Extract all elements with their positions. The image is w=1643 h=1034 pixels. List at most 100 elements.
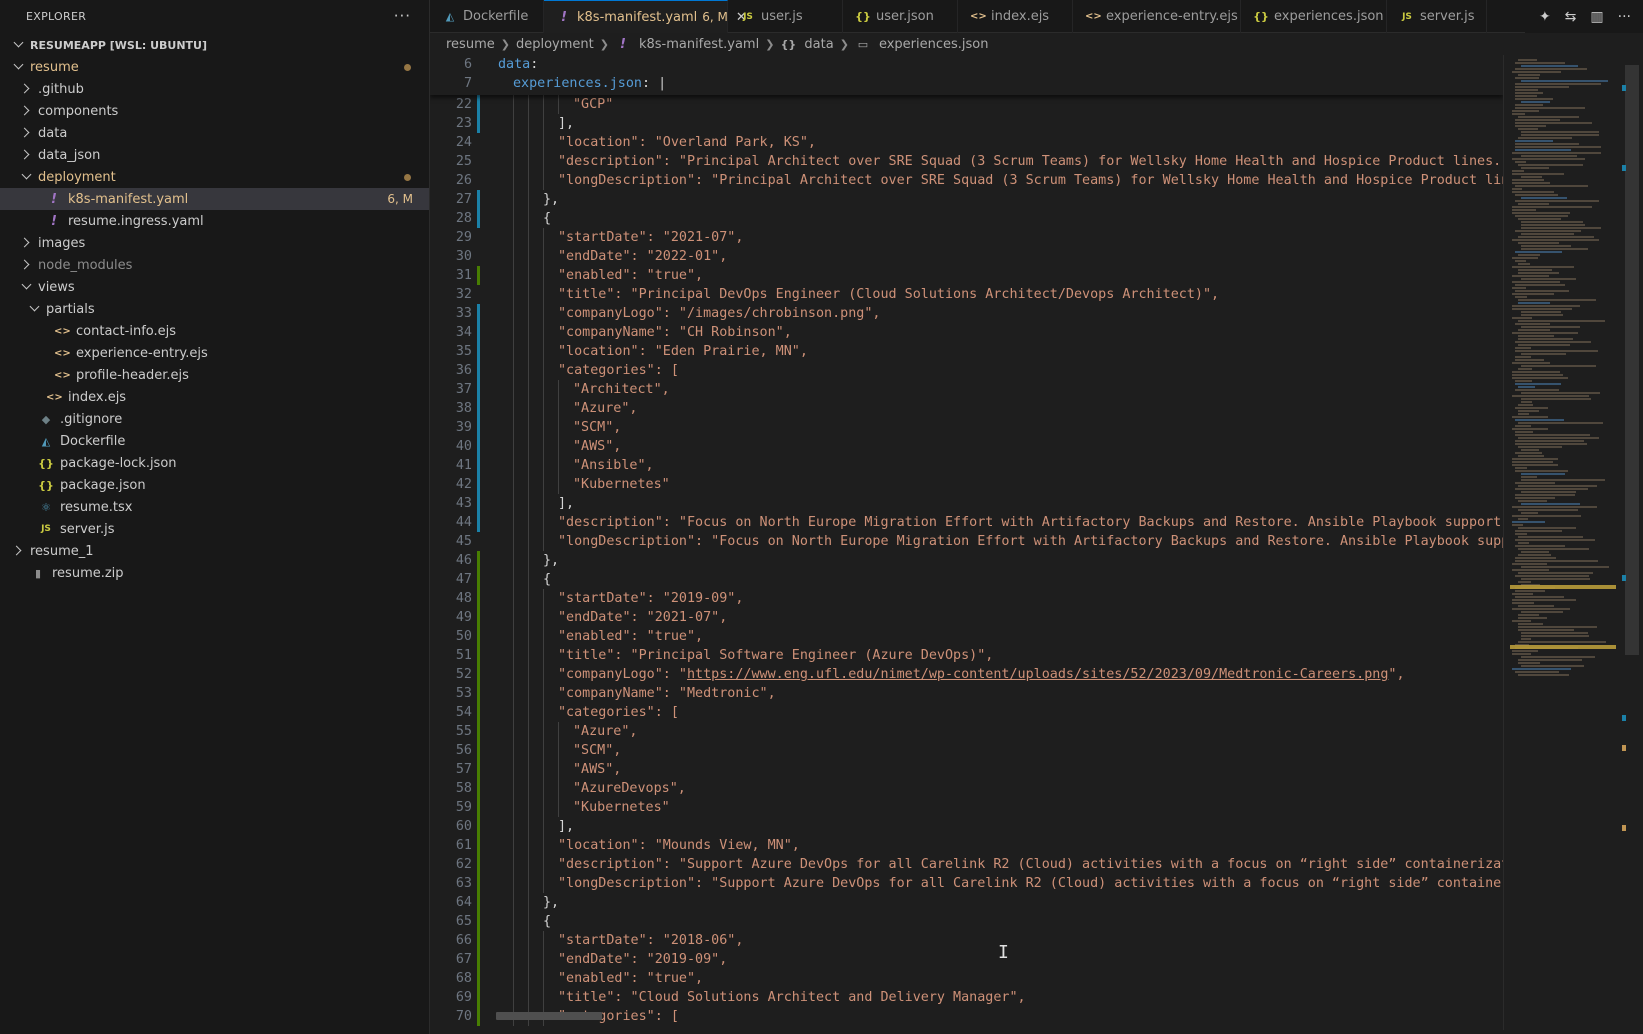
code-line[interactable]: 47 {: [430, 570, 1503, 589]
code-text[interactable]: "startDate": "2021-07",: [558, 228, 743, 247]
file-item[interactable]: <> index.ejs: [0, 386, 429, 408]
code-text[interactable]: experiences.json: |: [513, 74, 666, 93]
file-item[interactable]: ! resume.ingress.yaml: [0, 210, 429, 232]
code-text[interactable]: "startDate": "2018-06",: [558, 931, 743, 950]
breadcrumb-item[interactable]: experiences.json: [879, 37, 989, 52]
file-item[interactable]: ! k8s-manifest.yaml 6, M: [0, 188, 429, 210]
folder-item[interactable]: resume: [0, 56, 429, 78]
code-lines[interactable]: 22 "GCP" 23], 24 "location": "Overland Park,…: [430, 95, 1503, 1026]
code-text[interactable]: ],: [558, 494, 574, 513]
file-item[interactable]: {} package.json: [0, 474, 429, 496]
code-text[interactable]: "location": "Eden Prairie, MN",: [558, 342, 808, 361]
code-text[interactable]: ],: [558, 817, 574, 836]
code-text[interactable]: "Azure",: [573, 722, 638, 741]
code-line[interactable]: 52 "companyLogo": "https://www.eng.ufl.ed…: [430, 665, 1503, 684]
code-line[interactable]: 46},: [430, 551, 1503, 570]
code-text[interactable]: data:: [498, 55, 538, 74]
code-line[interactable]: 37 "Architect",: [430, 380, 1503, 399]
folder-item[interactable]: data: [0, 122, 429, 144]
tab-server-js[interactable]: JS server.js: [1387, 0, 1487, 33]
file-item[interactable]: ◭ Dockerfile: [0, 430, 429, 452]
tab-k8s-manifest-yaml[interactable]: ! k8s-manifest.yaml 6, M ✕: [544, 0, 747, 33]
code-text[interactable]: "categories": [: [558, 361, 679, 380]
code-text[interactable]: "longDescription": "Principal Architect …: [558, 171, 1503, 190]
code-line[interactable]: 29 "startDate": "2021-07",: [430, 228, 1503, 247]
code-line[interactable]: 68 "enabled": "true",: [430, 969, 1503, 988]
code-line[interactable]: 40 "AWS",: [430, 437, 1503, 456]
code-text[interactable]: "location": "Overland Park, KS",: [558, 133, 816, 152]
code-text[interactable]: "categories": [: [558, 703, 679, 722]
code-line[interactable]: 51 "title": "Principal Software Engineer …: [430, 646, 1503, 665]
change-indicator[interactable]: [477, 95, 480, 133]
code-text[interactable]: {: [543, 912, 551, 931]
breadcrumb-item[interactable]: k8s-manifest.yaml: [639, 37, 759, 52]
minimap[interactable]: [1503, 55, 1621, 1030]
code-text[interactable]: "startDate": "2019-09",: [558, 589, 743, 608]
folder-item[interactable]: deployment: [0, 166, 429, 188]
file-item[interactable]: <> profile-header.ejs: [0, 364, 429, 386]
code-line[interactable]: 63 "longDescription": "Support Azure DevO…: [430, 874, 1503, 893]
code-line[interactable]: 48 "startDate": "2019-09",: [430, 589, 1503, 608]
code-line[interactable]: 54 "categories": [: [430, 703, 1503, 722]
code-line[interactable]: 36 "categories": [: [430, 361, 1503, 380]
code-line[interactable]: 45 "longDescription": "Focus on North Eur…: [430, 532, 1503, 551]
tab-experiences-json[interactable]: {} experiences.json: [1241, 0, 1387, 33]
folder-item[interactable]: components: [0, 100, 429, 122]
code-line[interactable]: 32 "title": "Principal DevOps Engineer (C…: [430, 285, 1503, 304]
breadcrumb-item[interactable]: data: [804, 37, 833, 52]
code-text[interactable]: "Architect",: [573, 380, 670, 399]
code-text[interactable]: "location": "Mounds View, MN",: [558, 836, 800, 855]
code-line[interactable]: 49 "endDate": "2021-07",: [430, 608, 1503, 627]
file-item[interactable]: <> experience-entry.ejs: [0, 342, 429, 364]
more-actions-icon[interactable]: ···: [1618, 9, 1631, 25]
code-text[interactable]: {: [543, 209, 551, 228]
code-text[interactable]: "companyName": "CH Robinson",: [558, 323, 792, 342]
file-item[interactable]: {} package-lock.json: [0, 452, 429, 474]
change-indicator[interactable]: [477, 304, 480, 532]
code-editor[interactable]: 6 data: 7 experiences.json: | 22 "GCP" 23], 24…: [430, 55, 1503, 1030]
folder-item[interactable]: images: [0, 232, 429, 254]
folder-item[interactable]: node_modules: [0, 254, 429, 276]
folder-item[interactable]: .github: [0, 78, 429, 100]
code-line[interactable]: 6 data:: [430, 55, 1503, 74]
copilot-icon[interactable]: ✦: [1539, 9, 1551, 25]
horizontal-scrollbar[interactable]: [496, 1012, 602, 1020]
change-indicator[interactable]: [477, 551, 480, 1026]
folder-item[interactable]: views: [0, 276, 429, 298]
code-text[interactable]: "companyLogo": "/images/chrobinson.png",: [558, 304, 880, 323]
code-line[interactable]: 22 "GCP": [430, 95, 1503, 114]
code-text[interactable]: "AWS",: [573, 437, 621, 456]
code-line[interactable]: 23],: [430, 114, 1503, 133]
code-line[interactable]: 28 {: [430, 209, 1503, 228]
code-text[interactable]: "enabled": "true",: [558, 627, 703, 646]
code-text[interactable]: "Azure",: [573, 399, 638, 418]
vertical-scrollbar[interactable]: [1621, 55, 1643, 1030]
code-text[interactable]: "companyName": "Medtronic",: [558, 684, 776, 703]
code-text[interactable]: "description": "Focus on North Europe Mi…: [558, 513, 1503, 532]
code-line[interactable]: 60],: [430, 817, 1503, 836]
code-text[interactable]: "longDescription": "Support Azure DevOps…: [558, 874, 1503, 893]
scrollbar-thumb[interactable]: [1625, 65, 1639, 655]
code-text[interactable]: "AzureDevops",: [573, 779, 686, 798]
code-text[interactable]: "Kubernetes": [573, 475, 670, 494]
code-text[interactable]: "description": "Principal Architect over…: [558, 152, 1503, 171]
code-line[interactable]: 66 "startDate": "2018-06",: [430, 931, 1503, 950]
tab-user-js[interactable]: JS user.js: [728, 0, 843, 33]
breadcrumb-item[interactable]: resume: [446, 37, 495, 52]
code-text[interactable]: "SCM",: [573, 418, 621, 437]
code-text[interactable]: },: [543, 551, 559, 570]
code-text[interactable]: "companyLogo": "https://www.eng.ufl.edu/…: [558, 665, 1405, 684]
code-line[interactable]: 44 "description": "Focus on North Europe …: [430, 513, 1503, 532]
tab-user-json[interactable]: {} user.json: [843, 0, 958, 33]
code-text[interactable]: ],: [558, 114, 574, 133]
code-text[interactable]: },: [543, 893, 559, 912]
code-line[interactable]: 34 "companyName": "CH Robinson",: [430, 323, 1503, 342]
code-line[interactable]: 24 "location": "Overland Park, KS",: [430, 133, 1503, 152]
file-item[interactable]: ▮ resume.zip: [0, 562, 429, 584]
code-line[interactable]: 33 "companyLogo": "/images/chrobinson.png…: [430, 304, 1503, 323]
code-text[interactable]: "Kubernetes": [573, 798, 670, 817]
folder-item[interactable]: partials: [0, 298, 429, 320]
code-text[interactable]: "endDate": "2019-09",: [558, 950, 727, 969]
file-item[interactable]: JS server.js: [0, 518, 429, 540]
code-line[interactable]: 38 "Azure",: [430, 399, 1503, 418]
